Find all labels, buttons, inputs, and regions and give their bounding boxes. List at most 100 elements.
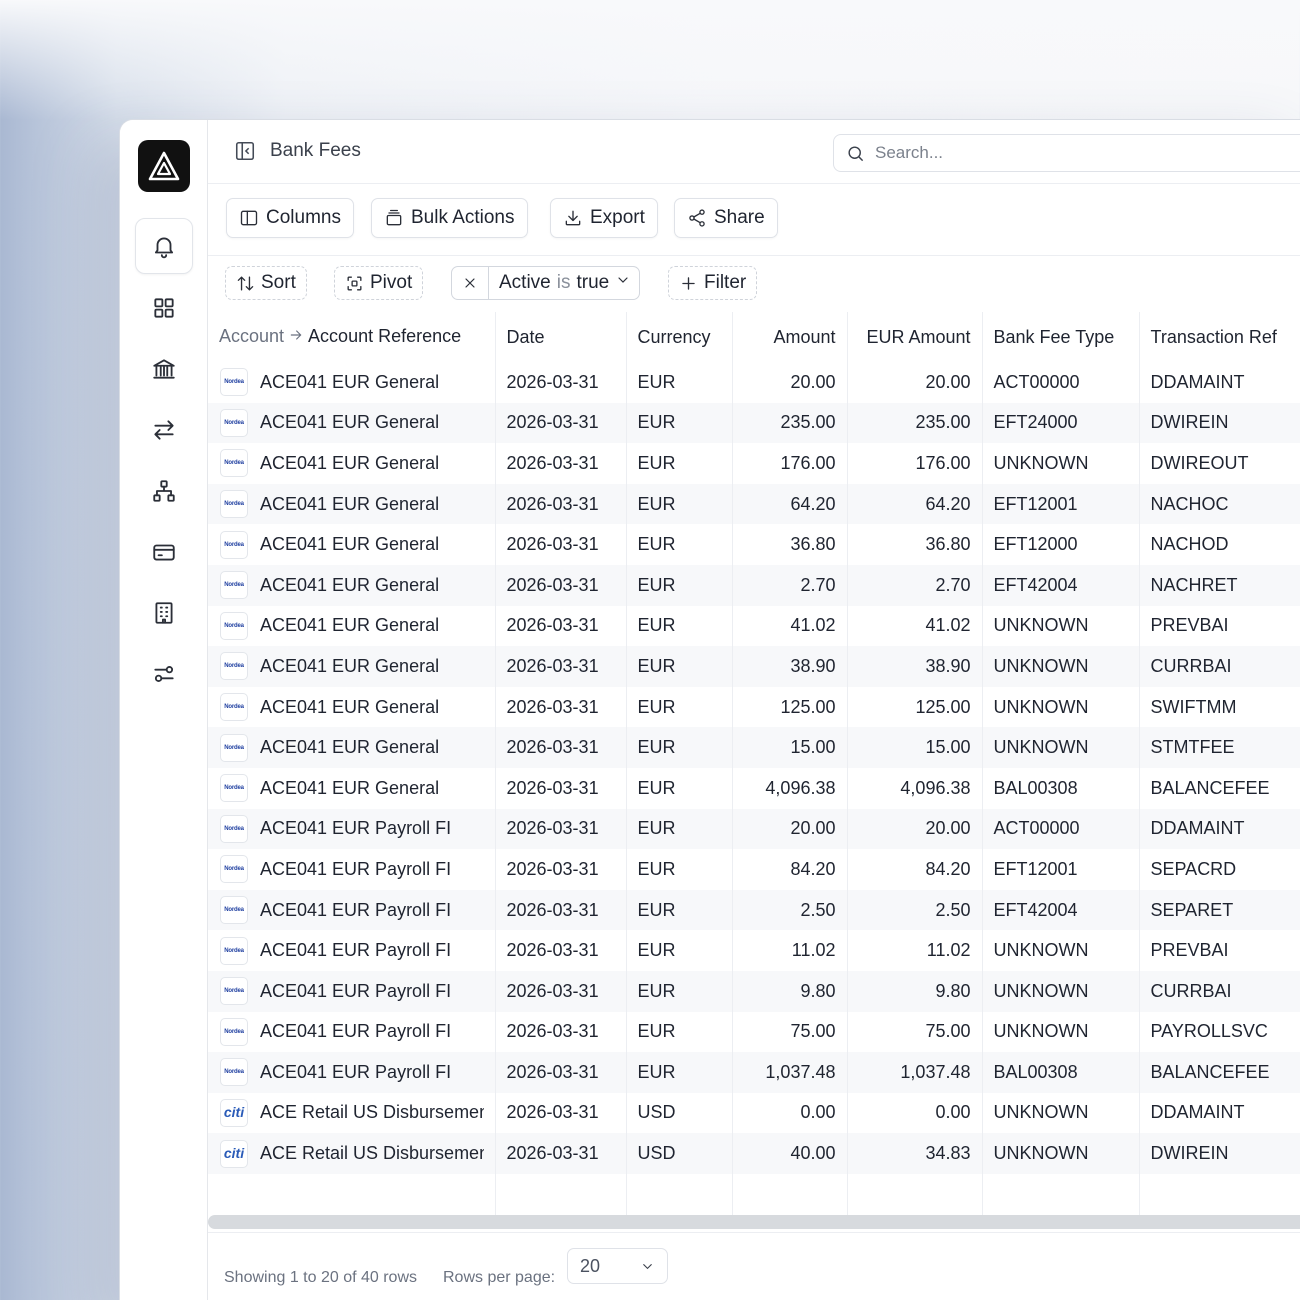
col-header-account[interactable]: Account Account Reference xyxy=(208,312,496,362)
cell-amount: 15.00 xyxy=(732,727,848,768)
download-icon xyxy=(565,210,581,226)
table-row[interactable]: Nordea ACE041 EUR Payroll FI 2026-03-31 EUR… xyxy=(208,889,1300,931)
nav-entities[interactable] xyxy=(135,463,193,519)
account-name: ACE041 EUR Payroll FI xyxy=(260,899,452,920)
cell-eur-amount: 75.00 xyxy=(847,1011,983,1053)
cell-amount: 38.90 xyxy=(732,646,848,687)
cell-transaction-ref: NACHRET xyxy=(1139,564,1300,606)
table-row[interactable]: Nordea ACE041 EUR General 2026-03-31 EUR 15.… xyxy=(208,727,1300,768)
table-row[interactable]: Nordea ACE041 EUR Payroll FI 2026-03-31 EUR… xyxy=(208,930,1300,971)
cell-currency: EUR xyxy=(626,605,733,647)
table-row[interactable]: Nordea ACE041 EUR General 2026-03-31 EUR 20.… xyxy=(208,362,1300,403)
cell-bank-fee-type: EFT42004 xyxy=(982,564,1140,606)
cell-transaction-ref: DDAMAINT xyxy=(1139,362,1300,403)
active-filter-chip[interactable]: Active is true xyxy=(451,266,641,300)
cell-account: Nordea ACE041 EUR General xyxy=(208,605,496,647)
filter-dropdown[interactable] xyxy=(615,272,631,294)
horizontal-scrollbar[interactable] xyxy=(208,1215,1300,1229)
table-row[interactable]: Nordea ACE041 EUR General 2026-03-31 EUR 38.… xyxy=(208,646,1300,687)
background-fade xyxy=(0,0,1300,120)
export-button[interactable]: Export xyxy=(550,198,658,238)
app-logo[interactable] xyxy=(138,140,190,192)
table-row[interactable]: Nordea ACE041 EUR General 2026-03-31 EUR 2.7… xyxy=(208,564,1300,606)
cell-currency: USD xyxy=(626,1133,733,1174)
account-name: ACE041 EUR General xyxy=(260,655,440,676)
table-footer: Showing 1 to 20 of 40 rows Rows per page… xyxy=(208,1232,1300,1300)
add-filter-button[interactable]: Filter xyxy=(668,266,758,300)
cell-eur-amount: 235.00 xyxy=(847,402,983,444)
table-row[interactable]: Nordea ACE041 EUR General 2026-03-31 EUR 125… xyxy=(208,686,1300,728)
rows-per-page-select[interactable]: 20 xyxy=(567,1248,668,1284)
remove-filter-button[interactable] xyxy=(452,267,489,299)
empty-row xyxy=(208,1173,1300,1216)
cell-eur-amount: 15.00 xyxy=(847,727,983,768)
table-row[interactable]: Nordea ACE041 EUR General 2026-03-31 EUR 176… xyxy=(208,443,1300,484)
table-row[interactable]: Nordea ACE041 EUR General 2026-03-31 EUR 4,0… xyxy=(208,767,1300,809)
cell-amount: 2.50 xyxy=(732,889,848,931)
bank-logo-icon: Nordea xyxy=(220,855,248,884)
col-header-transaction-ref[interactable]: Transaction Ref xyxy=(1139,312,1300,362)
table-row[interactable]: citi ACE Retail US Disbursement 2026-03-31… xyxy=(208,1133,1300,1174)
bank-logo-icon: Nordea xyxy=(220,408,248,437)
search-input[interactable] xyxy=(875,143,1275,163)
nav-transfers[interactable] xyxy=(135,402,193,458)
nav-banks[interactable] xyxy=(135,341,193,397)
cell-amount: 75.00 xyxy=(732,1011,848,1053)
account-name: ACE041 EUR General xyxy=(260,534,440,555)
nav-settings[interactable] xyxy=(135,646,193,702)
col-header-bank-fee-type[interactable]: Bank Fee Type xyxy=(982,312,1140,362)
nav-dashboard[interactable] xyxy=(135,280,193,336)
share-label: Share xyxy=(714,207,765,228)
col-header-date[interactable]: Date xyxy=(495,312,627,362)
cell-currency: EUR xyxy=(626,483,733,525)
cell-transaction-ref: STMTFEE xyxy=(1139,727,1300,768)
settings-sliders-icon xyxy=(154,666,174,682)
table-row[interactable]: Nordea ACE041 EUR Payroll FI 2026-03-31 EUR… xyxy=(208,808,1300,850)
columns-button[interactable]: Columns xyxy=(226,198,354,238)
table-row[interactable]: citi ACE Retail US Disbursement 2026-03-31… xyxy=(208,1092,1300,1134)
nav-cards[interactable] xyxy=(135,524,193,580)
cell-amount: 0.00 xyxy=(732,1092,848,1134)
header-account-reference: Account Reference xyxy=(308,326,462,347)
cell-eur-amount: 2.50 xyxy=(847,889,983,931)
cell-bank-fee-type: EFT42004 xyxy=(982,889,1140,931)
nav-companies[interactable] xyxy=(135,585,193,641)
table-row[interactable]: Nordea ACE041 EUR General 2026-03-31 EUR 235… xyxy=(208,402,1300,444)
nav-notifications[interactable] xyxy=(135,218,193,274)
cell-date: 2026-03-31 xyxy=(495,443,627,484)
sort-button[interactable]: Sort xyxy=(225,266,307,300)
empty-cell xyxy=(208,1173,496,1216)
cell-date: 2026-03-31 xyxy=(495,808,627,850)
bank-icon xyxy=(153,359,175,379)
table-row[interactable]: Nordea ACE041 EUR Payroll FI 2026-03-31 EUR… xyxy=(208,1011,1300,1053)
cell-account: Nordea ACE041 EUR Payroll FI xyxy=(208,1011,496,1053)
cell-bank-fee-type: EFT12000 xyxy=(982,524,1140,565)
table-row[interactable]: Nordea ACE041 EUR Payroll FI 2026-03-31 EUR… xyxy=(208,1052,1300,1093)
share-button[interactable]: Share xyxy=(674,198,778,238)
cell-account: Nordea ACE041 EUR General xyxy=(208,767,496,809)
bulk-actions-button[interactable]: Bulk Actions xyxy=(371,198,528,238)
cell-transaction-ref: PREVBAI xyxy=(1139,930,1300,971)
table-row[interactable]: Nordea ACE041 EUR General 2026-03-31 EUR 41.… xyxy=(208,605,1300,647)
pivot-button[interactable]: Pivot xyxy=(334,266,424,300)
cell-transaction-ref: DWIREIN xyxy=(1139,1133,1300,1174)
cell-amount: 176.00 xyxy=(732,443,848,484)
cell-date: 2026-03-31 xyxy=(495,1052,627,1093)
table-row[interactable]: Nordea ACE041 EUR Payroll FI 2026-03-31 EUR… xyxy=(208,849,1300,890)
cell-bank-fee-type: UNKNOWN xyxy=(982,727,1140,768)
col-header-eur-amount[interactable]: EUR Amount xyxy=(847,312,983,362)
cell-eur-amount: 9.80 xyxy=(847,970,983,1012)
search-box[interactable] xyxy=(833,134,1300,172)
cell-account: Nordea ACE041 EUR Payroll FI xyxy=(208,970,496,1012)
empty-cell xyxy=(847,1173,983,1216)
table-row[interactable]: Nordea ACE041 EUR Payroll FI 2026-03-31 EUR… xyxy=(208,970,1300,1012)
cell-account: Nordea ACE041 EUR General xyxy=(208,727,496,768)
col-header-currency[interactable]: Currency xyxy=(626,312,733,362)
building-icon xyxy=(155,602,173,624)
col-header-amount[interactable]: Amount xyxy=(732,312,848,362)
sidebar-toggle-button[interactable] xyxy=(234,140,256,162)
cell-amount: 36.80 xyxy=(732,524,848,565)
table-row[interactable]: Nordea ACE041 EUR General 2026-03-31 EUR 36.… xyxy=(208,524,1300,565)
bank-logo-icon: citi xyxy=(220,1098,248,1127)
table-row[interactable]: Nordea ACE041 EUR General 2026-03-31 EUR 64.… xyxy=(208,483,1300,525)
